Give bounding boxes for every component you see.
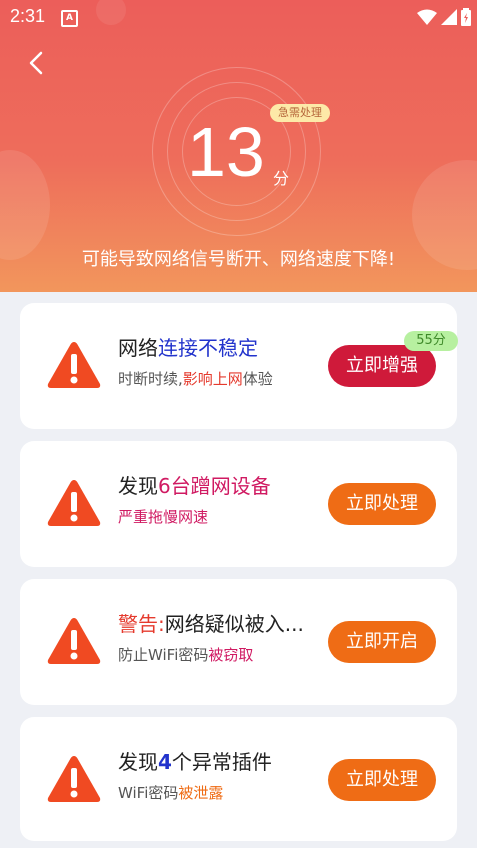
enable-now-button[interactable]: 立即开启 bbox=[328, 621, 436, 663]
issue-card-unstable-connection: 网络连接不稳定 时断时续,影响上网体验 立即增强 55分 bbox=[20, 303, 458, 429]
header-banner: 2:31 A 13 分 急需处理 可能导致网络信号断开、网络速度下降! bbox=[0, 0, 477, 292]
card-title: 发现6台蹭网设备 bbox=[118, 474, 271, 498]
card-description: 时断时续,影响上网体验 bbox=[118, 370, 273, 388]
status-bar: 2:31 A bbox=[0, 0, 477, 34]
issue-card-intrusion-warning: 警告:网络疑似被入... 防止WiFi密码被窃取 立即开启 bbox=[20, 579, 457, 705]
system-icons bbox=[417, 7, 471, 27]
notification-icon: A bbox=[61, 10, 78, 27]
score-gain-badge: 55分 bbox=[404, 331, 458, 351]
handle-now-button[interactable]: 立即处理 bbox=[328, 483, 436, 525]
battery-icon bbox=[461, 8, 471, 26]
network-score: 13 bbox=[187, 113, 265, 191]
card-title: 网络连接不稳定 bbox=[118, 336, 258, 360]
header-subtitle: 可能导致网络信号断开、网络速度下降! bbox=[81, 249, 396, 270]
issue-card-freeloader-devices: 发现6台蹭网设备 严重拖慢网速 立即处理 bbox=[20, 441, 457, 567]
wifi-icon bbox=[417, 9, 437, 25]
card-title: 警告:网络疑似被入... bbox=[118, 612, 304, 636]
card-title: 发现4个异常插件 bbox=[118, 750, 272, 774]
card-description: 防止WiFi密码被窃取 bbox=[118, 646, 254, 664]
enhance-now-button[interactable]: 立即增强 bbox=[328, 345, 436, 387]
score-unit: 分 bbox=[273, 169, 290, 188]
handle-now-button[interactable]: 立即处理 bbox=[328, 759, 436, 801]
status-time: 2:31 bbox=[10, 6, 46, 26]
warning-icon bbox=[47, 756, 101, 802]
warning-icon bbox=[47, 480, 101, 526]
back-arrow-icon[interactable] bbox=[24, 50, 50, 76]
card-description: 严重拖慢网速 bbox=[118, 508, 209, 526]
warning-icon bbox=[47, 618, 101, 664]
warning-icon bbox=[47, 342, 101, 388]
decor-bubble bbox=[0, 150, 50, 260]
signal-icon bbox=[441, 9, 457, 25]
urgent-badge: 急需处理 bbox=[270, 104, 330, 122]
issue-card-abnormal-plugins: 发现4个异常插件 WiFi密码被泄露 立即处理 bbox=[20, 717, 457, 841]
card-description: WiFi密码被泄露 bbox=[118, 784, 224, 802]
